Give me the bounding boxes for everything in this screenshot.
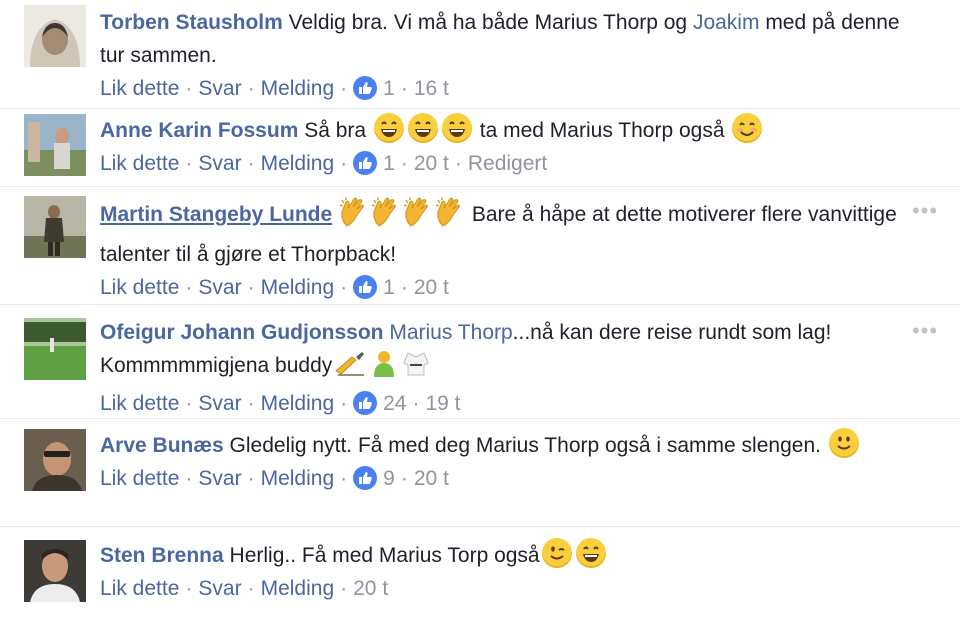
like-count[interactable]: 1: [383, 276, 395, 299]
edited-label[interactable]: Redigert: [468, 152, 547, 175]
avatar[interactable]: [24, 5, 86, 67]
avatar[interactable]: [24, 540, 86, 602]
comment-text: Torben Stausholm Veldig bra. Vi må ha bå…: [100, 6, 904, 72]
comment-author[interactable]: Martin Stangeby Lunde: [100, 203, 332, 226]
message-link[interactable]: Melding: [261, 276, 335, 299]
comment-actions: Lik dette · Svar · Melding · 1 · 16 t: [100, 76, 449, 100]
grinning-face-icon: [373, 113, 404, 143]
timestamp[interactable]: 16 t: [414, 77, 449, 100]
mention-link[interactable]: Marius Thorp: [389, 321, 512, 344]
comment-body: Så bra: [304, 119, 372, 142]
message-link[interactable]: Melding: [261, 77, 335, 100]
comment-text: Ofeigur Johann Gudjonsson Marius Thorp..…: [100, 316, 904, 387]
clapping-hands-icon: [339, 196, 369, 238]
like-icon: [353, 466, 378, 490]
comment-actions: Lik dette · Svar · Melding · 1 · 20 t: [100, 275, 449, 299]
avatar[interactable]: [24, 429, 86, 491]
comment: Torben Stausholm Veldig bra. Vi må ha bå…: [0, 0, 960, 108]
message-link[interactable]: Melding: [261, 152, 335, 175]
comment: Sten Brenna Herlig.. Få med Marius Torp …: [0, 526, 960, 618]
message-link[interactable]: Melding: [261, 392, 335, 415]
like-icon: [353, 275, 378, 299]
reply-link[interactable]: Svar: [198, 152, 241, 175]
comment-actions: Lik dette · Svar · Melding · 24 · 19 t: [100, 391, 461, 415]
comment-author[interactable]: Ofeigur Johann Gudjonsson: [100, 321, 384, 344]
like-count[interactable]: 1: [383, 152, 395, 175]
writing-hand-icon: [334, 351, 366, 387]
clapping-hands-icon: [371, 196, 401, 238]
like-count[interactable]: 24: [383, 392, 406, 415]
like-link[interactable]: Lik dette: [100, 392, 179, 415]
comment-author[interactable]: Anne Karin Fossum: [100, 119, 298, 142]
reply-link[interactable]: Svar: [198, 577, 241, 600]
comment: Martin Stangeby Lunde Bare å håpe at det…: [0, 186, 960, 304]
like-link[interactable]: Lik dette: [100, 577, 179, 600]
grinning-face-icon: [441, 113, 472, 143]
comment-actions: Lik dette · Svar · Melding · 1 · 20 t · Redigert: [100, 151, 548, 175]
more-options-icon[interactable]: •••: [912, 320, 938, 342]
timestamp[interactable]: 20 t: [353, 577, 388, 600]
reply-link[interactable]: Svar: [198, 392, 241, 415]
comment-body: Veldig bra. Vi må ha både Marius Thorp o…: [288, 11, 693, 34]
avatar[interactable]: [24, 114, 86, 176]
like-link[interactable]: Lik dette: [100, 152, 179, 175]
like-icon: [353, 391, 378, 415]
winking-face-icon: [541, 538, 572, 568]
like-link[interactable]: Lik dette: [100, 77, 179, 100]
comment-body: Gledelig nytt. Få med deg Marius Thorp o…: [229, 434, 821, 457]
timestamp[interactable]: 20 t: [414, 467, 449, 490]
comment-text: Martin Stangeby Lunde Bare å håpe at det…: [100, 196, 904, 271]
comment-text: Arve Bunæs Gledelig nytt. Få med deg Mar…: [100, 428, 904, 462]
person-icon: [370, 349, 398, 387]
timestamp[interactable]: 19 t: [425, 392, 460, 415]
grinning-face-icon: [575, 538, 606, 568]
avatar[interactable]: [24, 196, 86, 258]
like-count[interactable]: 1: [383, 77, 395, 100]
comment: Ofeigur Johann Gudjonsson Marius Thorp..…: [0, 304, 960, 418]
comment: Anne Karin Fossum Så bra ta med Marius T…: [0, 108, 960, 186]
like-icon: [353, 76, 378, 100]
like-link[interactable]: Lik dette: [100, 467, 179, 490]
reply-link[interactable]: Svar: [198, 77, 241, 100]
like-count[interactable]: 9: [383, 467, 395, 490]
avatar[interactable]: [24, 318, 86, 380]
comment-text: Sten Brenna Herlig.. Få med Marius Torp …: [100, 538, 904, 572]
reply-link[interactable]: Svar: [198, 467, 241, 490]
slightly-smiling-face-icon: [828, 428, 859, 458]
comment-author[interactable]: Arve Bunæs: [100, 434, 224, 457]
message-link[interactable]: Melding: [261, 467, 335, 490]
clapping-hands-icon: [435, 196, 465, 238]
comment-actions: Lik dette · Svar · Melding · 20 t: [100, 577, 389, 600]
grinning-face-icon: [407, 113, 438, 143]
comment-body: ta med Marius Thorp også: [473, 119, 731, 142]
timestamp[interactable]: 20 t: [414, 152, 449, 175]
message-link[interactable]: Melding: [261, 577, 335, 600]
more-options-icon[interactable]: •••: [912, 200, 938, 222]
comment-text: Anne Karin Fossum Så bra ta med Marius T…: [100, 113, 904, 147]
comment-body: Herlig.. Få med Marius Torp også: [229, 544, 540, 567]
comment-author[interactable]: Sten Brenna: [100, 544, 224, 567]
comment: Arve Bunæs Gledelig nytt. Få med deg Mar…: [0, 418, 960, 526]
smiling-face-icon: [732, 113, 763, 143]
timestamp[interactable]: 20 t: [414, 276, 449, 299]
comment-author[interactable]: Torben Stausholm: [100, 11, 283, 34]
martial-arts-uniform-icon: [402, 349, 430, 387]
comment-actions: Lik dette · Svar · Melding · 9 · 20 t: [100, 466, 449, 490]
like-link[interactable]: Lik dette: [100, 276, 179, 299]
reply-link[interactable]: Svar: [198, 276, 241, 299]
like-icon: [353, 151, 378, 175]
mention-link[interactable]: Joakim: [693, 11, 760, 34]
clapping-hands-icon: [403, 196, 433, 238]
